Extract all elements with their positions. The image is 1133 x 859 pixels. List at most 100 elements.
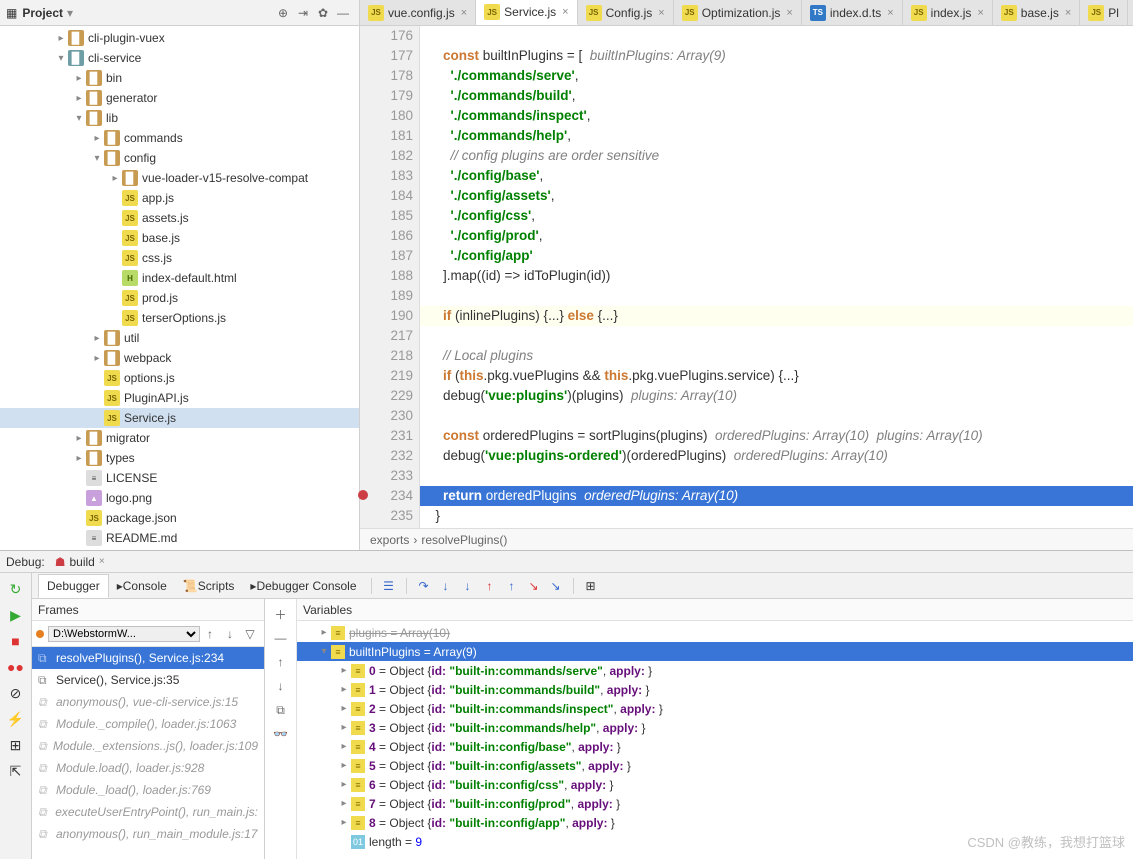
tree-item[interactable]: ▸▉cli-plugin-vuex bbox=[0, 28, 359, 48]
mute-icon[interactable]: ⊘ bbox=[4, 681, 28, 705]
up-watch-icon[interactable]: ↑ bbox=[270, 651, 292, 673]
project-header: ▦ Project ▾ ⊕ ⇥ ✿ — bbox=[0, 0, 359, 26]
code-area[interactable]: const builtInPlugins = [ builtInPlugins:… bbox=[420, 26, 1133, 528]
frame-row[interactable]: ⧉resolvePlugins(), Service.js:234 bbox=[32, 647, 264, 669]
tree-item[interactable]: JSbase.js bbox=[0, 228, 359, 248]
drop-frame-icon[interactable]: ↑ bbox=[501, 579, 523, 593]
layout-icon[interactable]: ⊞ bbox=[4, 733, 28, 757]
step-into-icon[interactable]: ↓ bbox=[435, 579, 457, 593]
next-frame-icon[interactable]: ↓ bbox=[220, 627, 240, 641]
thread-select[interactable]: D:\WebstormW... bbox=[48, 626, 200, 642]
list-icon[interactable]: ☰ bbox=[378, 579, 400, 593]
hide-icon[interactable]: — bbox=[333, 6, 353, 20]
tree-item[interactable]: JSPluginAPI.js bbox=[0, 388, 359, 408]
tree-item[interactable]: ▸▉generator bbox=[0, 88, 359, 108]
editor-tabs[interactable]: JSvue.config.js×JSService.js×JSConfig.js… bbox=[360, 0, 1133, 26]
target-icon[interactable]: ⊕ bbox=[273, 6, 293, 20]
run-to-cursor-icon[interactable]: ↘ bbox=[523, 579, 545, 593]
filter-icon[interactable]: ▽ bbox=[240, 627, 260, 641]
rerun-icon[interactable]: ↻ bbox=[4, 577, 28, 601]
force-step-into-icon[interactable]: ↓ bbox=[457, 579, 479, 593]
frame-row[interactable]: ⧉anonymous(), vue-cli-service.js:15 bbox=[32, 691, 264, 713]
tree-item[interactable]: Hindex-default.html bbox=[0, 268, 359, 288]
editor-tab[interactable]: JSOptimization.js× bbox=[674, 0, 802, 25]
frame-row[interactable]: ⧉Module._compile(), loader.js:1063 bbox=[32, 713, 264, 735]
frame-row[interactable]: ⧉anonymous(), run_main_module.js:17 bbox=[32, 823, 264, 845]
tree-item[interactable]: JSapp.js bbox=[0, 188, 359, 208]
tree-item[interactable]: JSpackage.json bbox=[0, 508, 359, 528]
project-tree[interactable]: ▸▉cli-plugin-vuex▾▉cli-service▸▉bin▸▉gen… bbox=[0, 26, 359, 550]
tree-item[interactable]: ▸▉webpack bbox=[0, 348, 359, 368]
frames-list[interactable]: ⧉resolvePlugins(), Service.js:234⧉Servic… bbox=[32, 647, 264, 859]
tree-item[interactable]: ▸▉bin bbox=[0, 68, 359, 88]
tab-debugger-console[interactable]: ▸ Debugger Console bbox=[242, 574, 364, 598]
calculator-icon[interactable]: ⊞ bbox=[580, 579, 602, 593]
tree-item[interactable]: JSassets.js bbox=[0, 208, 359, 228]
tree-item[interactable]: JSService.js bbox=[0, 408, 359, 428]
tree-item[interactable]: ▸▉util bbox=[0, 328, 359, 348]
debug-panel: Debug: ☗ build × ↻ ▶ ■ ●● ⊘ ⚡ ⊞ ⇱ Debugg… bbox=[0, 551, 1133, 859]
var-item[interactable]: ▸≡7 = Object {id: "built-in:config/prod"… bbox=[297, 794, 1133, 813]
prev-frame-icon[interactable]: ↑ bbox=[200, 627, 220, 641]
frame-row[interactable]: ⧉Service(), Service.js:35 bbox=[32, 669, 264, 691]
var-item[interactable]: ▸≡3 = Object {id: "built-in:commands/hel… bbox=[297, 718, 1133, 737]
debug-toolbar: ↻ ▶ ■ ●● ⊘ ⚡ ⊞ ⇱ bbox=[0, 573, 32, 859]
var-item[interactable]: ▸≡8 = Object {id: "built-in:config/app",… bbox=[297, 813, 1133, 832]
breakpoint-icon[interactable]: ●● bbox=[4, 655, 28, 679]
pin-icon[interactable]: ⇱ bbox=[4, 759, 28, 783]
var-root[interactable]: ▾≡builtInPlugins = Array(9) bbox=[297, 642, 1133, 661]
editor-tab[interactable]: JSindex.js× bbox=[903, 0, 993, 25]
step-over-icon[interactable]: ↷ bbox=[413, 579, 435, 593]
tree-item[interactable]: ▾▉cli-service bbox=[0, 48, 359, 68]
tree-item[interactable]: JScss.js bbox=[0, 248, 359, 268]
tree-item[interactable]: JSprod.js bbox=[0, 288, 359, 308]
var-item[interactable]: ▸≡5 = Object {id: "built-in:config/asset… bbox=[297, 756, 1133, 775]
frame-row[interactable]: ⧉Module.load(), loader.js:928 bbox=[32, 757, 264, 779]
step-out-icon[interactable]: ↑ bbox=[479, 579, 501, 593]
collapse-icon[interactable]: ⇥ bbox=[293, 6, 313, 20]
editor-tab[interactable]: TSindex.d.ts× bbox=[802, 0, 903, 25]
glasses-icon[interactable]: 👓 bbox=[270, 723, 292, 745]
stop-icon[interactable]: ■ bbox=[4, 629, 28, 653]
editor-tab[interactable]: JSvue.config.js× bbox=[360, 0, 476, 25]
tree-item[interactable]: ▾▉lib bbox=[0, 108, 359, 128]
tab-debugger[interactable]: Debugger bbox=[38, 574, 109, 598]
add-watch-icon[interactable]: ＋ bbox=[270, 603, 292, 625]
var-item[interactable]: ▸≡2 = Object {id: "built-in:commands/ins… bbox=[297, 699, 1133, 718]
tree-item[interactable]: ≡LICENSE bbox=[0, 468, 359, 488]
variables-panel: ＋ — ↑ ↓ ⧉ 👓 Variables ▸≡plugins = Array(… bbox=[265, 599, 1133, 859]
var-item[interactable]: ▸≡0 = Object {id: "built-in:commands/ser… bbox=[297, 661, 1133, 680]
resume-icon[interactable]: ▶ bbox=[4, 603, 28, 627]
flame-icon[interactable]: ⚡ bbox=[4, 707, 28, 731]
settings-icon[interactable]: ✿ bbox=[313, 6, 333, 20]
tab-console[interactable]: ▸ Console bbox=[109, 574, 175, 598]
frame-row[interactable]: ⧉Module._extensions..js(), loader.js:109 bbox=[32, 735, 264, 757]
down-watch-icon[interactable]: ↓ bbox=[270, 675, 292, 697]
tree-item[interactable]: ▸▉migrator bbox=[0, 428, 359, 448]
tree-item[interactable]: ▲logo.png bbox=[0, 488, 359, 508]
tree-item[interactable]: ▸▉types bbox=[0, 448, 359, 468]
remove-icon[interactable]: — bbox=[270, 627, 292, 649]
close-icon[interactable]: × bbox=[99, 556, 105, 567]
tree-item[interactable]: JSoptions.js bbox=[0, 368, 359, 388]
debug-config[interactable]: build bbox=[69, 555, 94, 569]
tree-item[interactable]: JSterserOptions.js bbox=[0, 308, 359, 328]
tree-item[interactable]: ▸▉commands bbox=[0, 128, 359, 148]
evaluate-icon[interactable]: ↘ bbox=[545, 579, 567, 593]
line-gutter[interactable]: 1761771781791801811821831841851861871881… bbox=[360, 26, 420, 528]
editor-tab[interactable]: JSService.js× bbox=[476, 0, 577, 25]
tree-item[interactable]: ▸▉vue-loader-v15-resolve-compat bbox=[0, 168, 359, 188]
tree-item[interactable]: ≡README.md bbox=[0, 528, 359, 548]
editor-tab[interactable]: JSbase.js× bbox=[993, 0, 1080, 25]
tree-item[interactable]: ▾▉config bbox=[0, 148, 359, 168]
editor-tab[interactable]: JSConfig.js× bbox=[578, 0, 674, 25]
frame-row[interactable]: ⧉executeUserEntryPoint(), run_main.js: bbox=[32, 801, 264, 823]
editor-tab[interactable]: JSPl bbox=[1080, 0, 1128, 25]
variables-list[interactable]: ▸≡plugins = Array(10)▾≡builtInPlugins = … bbox=[297, 621, 1133, 859]
var-item[interactable]: ▸≡1 = Object {id: "built-in:commands/bui… bbox=[297, 680, 1133, 699]
var-item[interactable]: ▸≡4 = Object {id: "built-in:config/base"… bbox=[297, 737, 1133, 756]
tab-scripts[interactable]: 📜 Scripts bbox=[175, 574, 243, 598]
var-item[interactable]: ▸≡6 = Object {id: "built-in:config/css",… bbox=[297, 775, 1133, 794]
frame-row[interactable]: ⧉Module._load(), loader.js:769 bbox=[32, 779, 264, 801]
copy-icon[interactable]: ⧉ bbox=[270, 699, 292, 721]
